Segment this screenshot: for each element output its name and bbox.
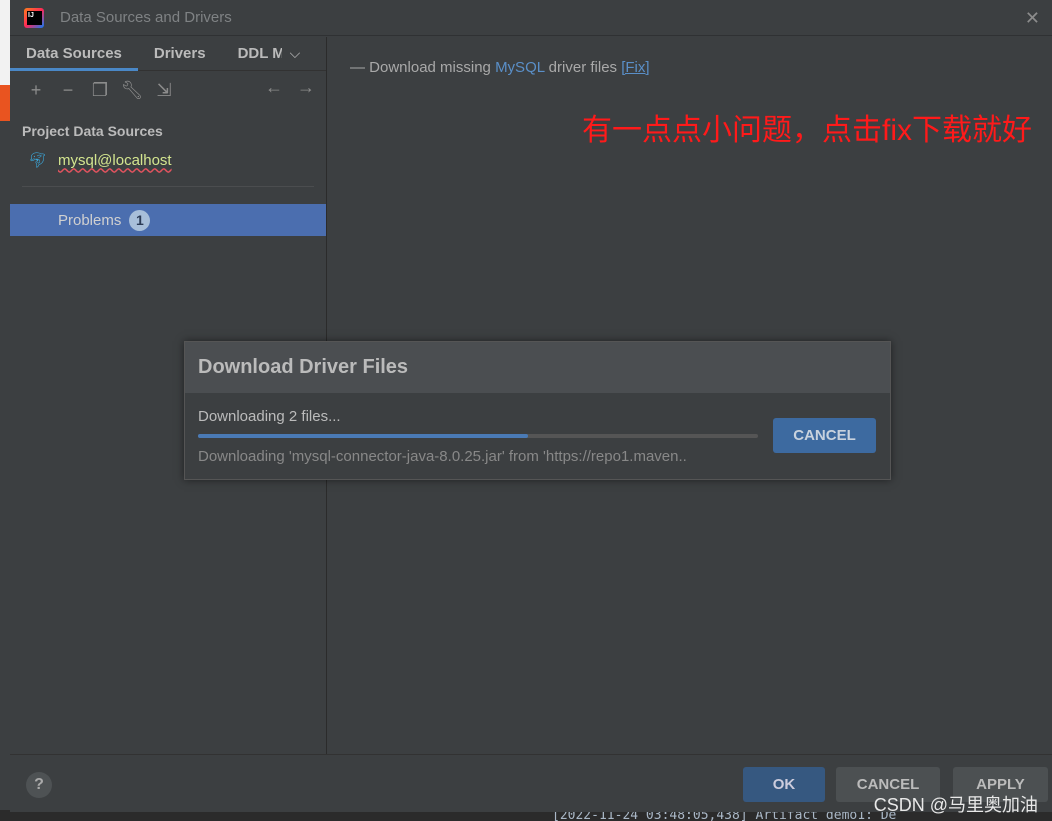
tab-ddl-mappings[interactable]: DDL Mappings — [222, 37, 282, 71]
tab-data-sources[interactable]: Data Sources — [10, 37, 138, 71]
watermark: CSDN @马里奥加油 — [873, 795, 1038, 815]
intellij-logo-icon — [24, 7, 44, 28]
progress-fill — [198, 434, 529, 438]
add-icon[interactable]: + — [20, 80, 52, 101]
progress-bar — [198, 434, 758, 438]
tab-drivers[interactable]: Drivers — [138, 37, 222, 71]
problems-item[interactable]: Problems 1 — [10, 204, 326, 236]
message-prefix: — Download missing — [350, 59, 496, 76]
problems-label: Problems — [58, 211, 122, 229]
ok-button[interactable]: OK — [743, 767, 825, 802]
remove-icon[interactable]: − — [52, 80, 84, 101]
sidebar-toolbar: + − ❐ 🔧︎ ⇲ ← → — [10, 71, 326, 109]
download-detail: Downloading 'mysql-connector-java-8.0.25… — [198, 448, 687, 465]
message-db: MySQL — [495, 59, 545, 76]
duplicate-icon[interactable]: ❐ — [84, 80, 116, 101]
message-suffix: driver files — [544, 59, 622, 76]
download-status: Downloading 2 files... — [198, 408, 341, 425]
dialog-footer: ? OK CANCEL APPLY CSDN @马里奥加油 — [10, 754, 1052, 815]
divider — [22, 186, 314, 187]
wrench-icon[interactable]: 🔧︎ — [116, 80, 148, 101]
chevron-down-icon[interactable]: ⌵ — [290, 45, 301, 62]
section-heading: Project Data Sources — [22, 123, 163, 139]
fix-link[interactable]: [Fix] — [621, 59, 649, 76]
window-title: Data Sources and Drivers — [60, 9, 232, 26]
back-arrow-icon[interactable]: ← — [258, 77, 290, 98]
help-button[interactable]: ? — [26, 772, 52, 798]
tab-bar: Data Sources Drivers DDL Mappings ⌵ — [10, 37, 326, 71]
import-icon[interactable]: ⇲ — [148, 80, 180, 101]
popup-cancel-button[interactable]: CANCEL — [773, 418, 876, 453]
forward-arrow-icon[interactable]: → — [290, 77, 322, 98]
datasource-item[interactable]: 🐬︎ mysql@localhost — [28, 151, 326, 170]
download-driver-popup: Download Driver Files Downloading 2 file… — [184, 341, 891, 480]
problems-count-badge: 1 — [129, 209, 151, 231]
close-icon[interactable]: ✕ — [1025, 8, 1040, 29]
popup-title: Download Driver Files — [185, 342, 890, 393]
annotation-text: 有一点点小问题，点击fix下载就好 — [582, 114, 1032, 147]
datasource-label: mysql@localhost — [58, 151, 172, 169]
mysql-dolphin-icon: 🐬︎ — [28, 152, 48, 169]
title-bar: Data Sources and Drivers ✕ — [10, 0, 1052, 36]
problem-message: — Download missing MySQL driver files [F… — [350, 59, 1052, 76]
background-window — [0, 0, 10, 821]
